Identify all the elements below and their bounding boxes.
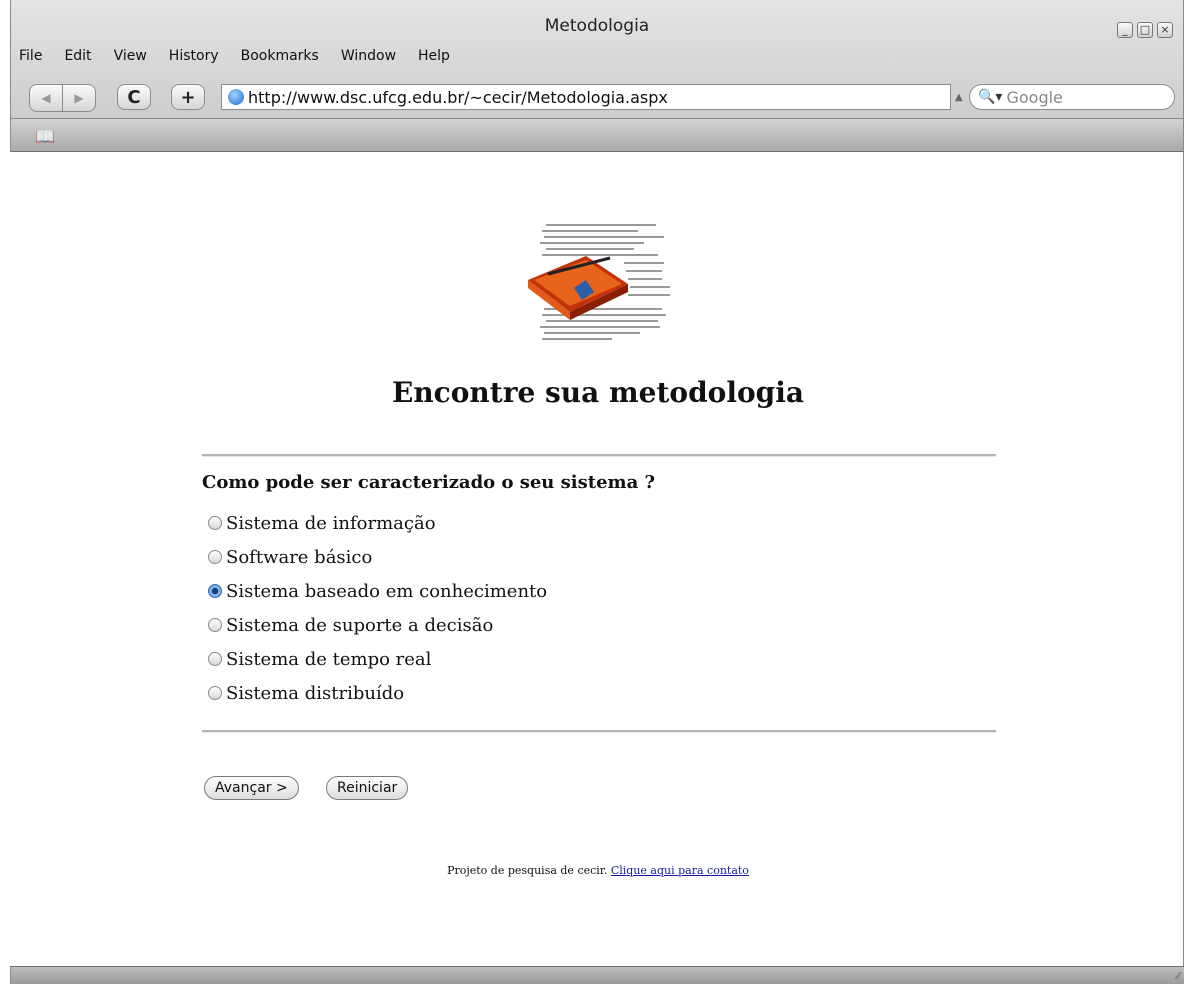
title-bar: Metodologia _ □ × — [11, 0, 1183, 42]
radio-button[interactable] — [208, 686, 222, 700]
browser-chrome: Metodologia _ □ × File Edit View History… — [10, 0, 1184, 152]
maximize-button[interactable]: □ — [1137, 22, 1153, 38]
reset-button[interactable]: Reiniciar — [326, 776, 409, 800]
radio-button-selected[interactable] — [208, 584, 222, 598]
option-label: Sistema baseado em conhecimento — [226, 580, 548, 602]
menu-file[interactable]: File — [19, 48, 42, 64]
search-field[interactable]: 🔍▾ Google — [969, 84, 1175, 110]
menu-bookmarks[interactable]: Bookmarks — [241, 48, 319, 64]
radio-button[interactable] — [208, 516, 222, 530]
option-sistema-de-tempo-real[interactable]: Sistema de tempo real — [208, 642, 547, 676]
book-illustration — [528, 224, 670, 340]
menu-bar: File Edit View History Bookmarks Window … — [19, 48, 450, 64]
option-sistema-baseado-em-conhecimento[interactable]: Sistema baseado em conhecimento — [208, 574, 547, 608]
back-forward-group: ◀ ▶ — [29, 84, 96, 112]
close-button[interactable]: × — [1157, 22, 1173, 38]
window-controls: _ □ × — [1117, 22, 1173, 38]
option-label: Sistema de tempo real — [226, 648, 432, 670]
option-label: Sistema de suporte a decisão — [226, 614, 494, 636]
back-button[interactable]: ◀ — [30, 85, 62, 111]
snapback-icon[interactable]: ▲ — [955, 92, 963, 103]
navigation-toolbar: ◀ ▶ C + http://www.dsc.ufcg.edu.br/~ceci… — [11, 80, 1183, 116]
option-software-basico[interactable]: Software básico — [208, 540, 547, 574]
option-label: Sistema distribuído — [226, 682, 405, 704]
search-icon: 🔍▾ — [978, 89, 1003, 105]
radio-button[interactable] — [208, 618, 222, 632]
page-title: Encontre sua metodologia — [391, 376, 804, 409]
footer: Projeto de pesquisa de cecir. Clique aqu… — [12, 864, 1184, 877]
add-bookmark-button[interactable]: + — [171, 84, 205, 110]
forward-button[interactable]: ▶ — [62, 85, 95, 111]
option-sistema-de-informacao[interactable]: Sistema de informação — [208, 506, 547, 540]
contact-link[interactable]: Clique aqui para contato — [611, 864, 749, 877]
menu-view[interactable]: View — [114, 48, 147, 64]
book-icon[interactable]: 📖 — [35, 127, 55, 146]
menu-history[interactable]: History — [169, 48, 219, 64]
menu-window[interactable]: Window — [341, 48, 396, 64]
search-placeholder: Google — [1006, 87, 1063, 107]
bookmarks-bar: 📖 — [11, 118, 1183, 152]
top-divider — [202, 454, 996, 457]
menu-edit[interactable]: Edit — [64, 48, 91, 64]
footer-text: Projeto de pesquisa de cecir. — [447, 864, 611, 877]
address-bar[interactable]: http://www.dsc.ufcg.edu.br/~cecir/Metodo… — [221, 84, 951, 110]
window-title: Metodologia — [544, 16, 650, 36]
option-sistema-distribuido[interactable]: Sistema distribuído — [208, 676, 547, 710]
url-text: http://www.dsc.ufcg.edu.br/~cecir/Metodo… — [248, 87, 668, 107]
option-label: Sistema de informação — [226, 512, 436, 534]
question-label: Como pode ser caracterizado o seu sistem… — [202, 472, 656, 493]
next-button[interactable]: Avançar > — [204, 776, 299, 800]
reload-button[interactable]: C — [117, 84, 151, 110]
menu-help[interactable]: Help — [418, 48, 450, 64]
resize-grip-icon[interactable]: ⁄⁄ — [1177, 971, 1180, 982]
option-label: Software básico — [226, 546, 373, 568]
status-bar: ⁄⁄ — [10, 966, 1184, 984]
page-content: Encontre sua metodologia Como pode ser c… — [12, 152, 1184, 966]
radio-button[interactable] — [208, 550, 222, 564]
options-list: Sistema de informação Software básico Si… — [208, 506, 547, 710]
minimize-button[interactable]: _ — [1117, 22, 1133, 38]
globe-icon — [228, 89, 244, 105]
radio-button[interactable] — [208, 652, 222, 666]
option-sistema-de-suporte-a-decisao[interactable]: Sistema de suporte a decisão — [208, 608, 547, 642]
bottom-divider — [202, 730, 996, 733]
